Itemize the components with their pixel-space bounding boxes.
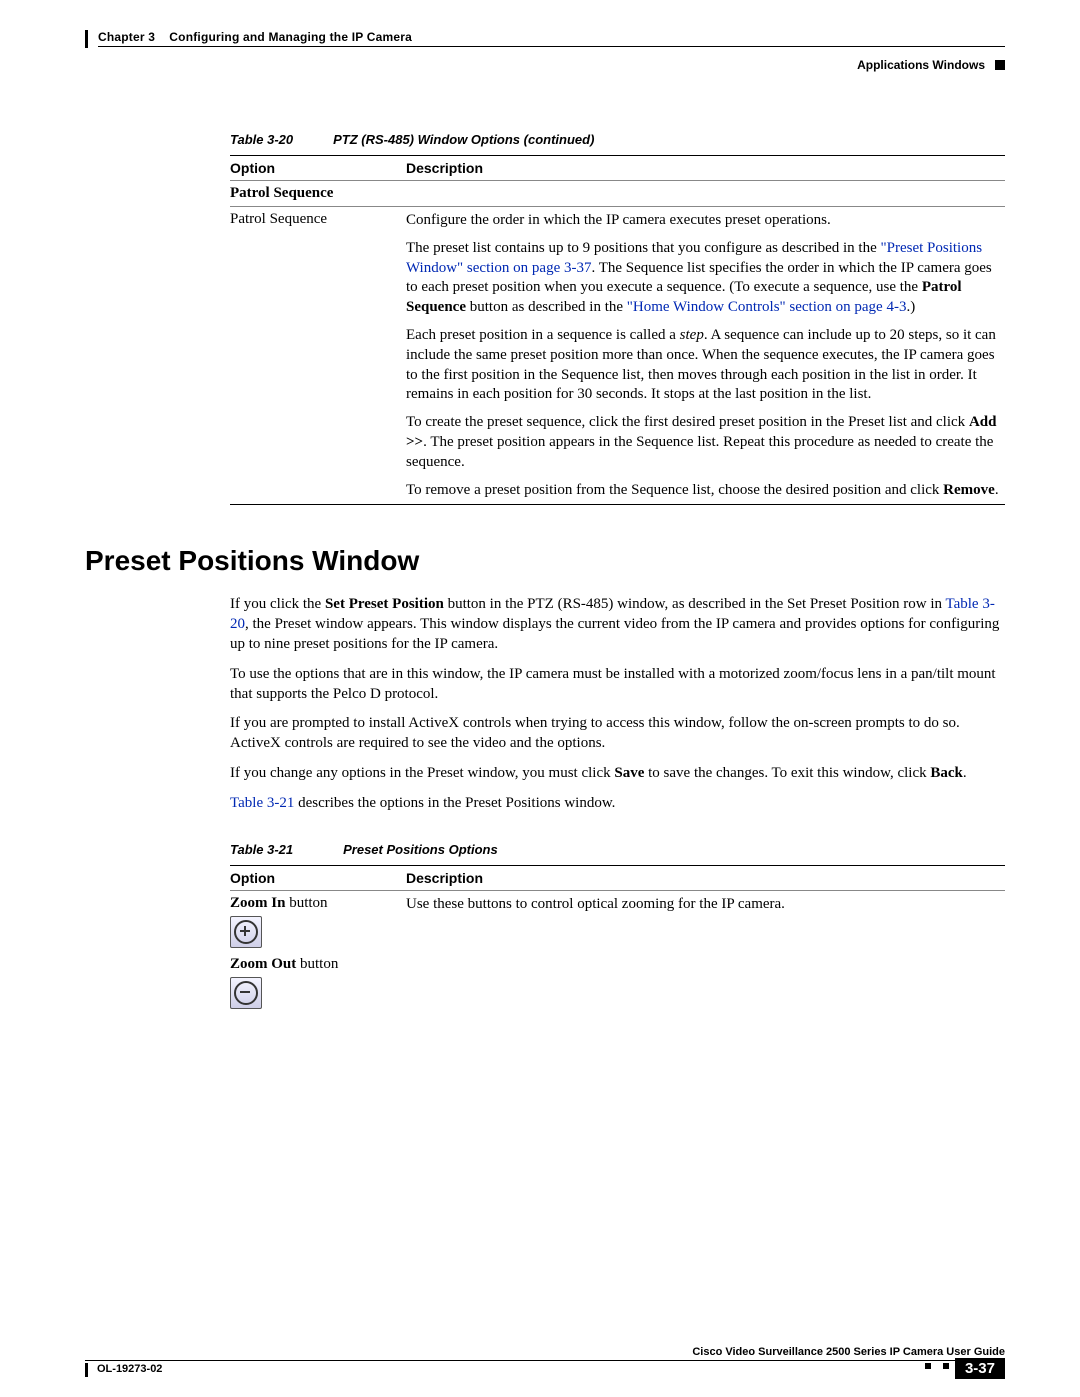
- desc-p4: To create the preset sequence, click the…: [406, 413, 999, 472]
- section-label: Applications Windows: [85, 58, 1005, 72]
- desc-p5: To remove a preset position from the Seq…: [406, 481, 999, 501]
- section-title: Preset Positions Window: [85, 545, 1005, 577]
- body-p5: Table 3-21 describes the options in the …: [230, 794, 1005, 814]
- section-body: If you click the Set Preset Position but…: [230, 595, 1005, 813]
- zoom-out-icon: [230, 977, 262, 1009]
- body-p2: To use the options that are in this wind…: [230, 665, 1005, 705]
- col-option: Option: [230, 865, 406, 890]
- table-20: Option Description Patrol Sequence Patro…: [230, 155, 1005, 505]
- subheader-patrol-sequence: Patrol Sequence: [230, 181, 1005, 207]
- chapter-title: Configuring and Managing the IP Camera: [169, 30, 412, 44]
- table-21: Option Description Zoom In button Use th…: [230, 865, 1005, 1013]
- body-p4: If you change any options in the Preset …: [230, 764, 1005, 784]
- zoom-out-row: Zoom Out button: [230, 952, 406, 1013]
- col-description: Description: [406, 156, 1005, 181]
- desc-p2: The preset list contains up to 9 positio…: [406, 239, 999, 318]
- caption-num: Table 3-21: [230, 842, 293, 857]
- col-description: Description: [406, 865, 1005, 890]
- row-description: Configure the order in which the IP came…: [406, 207, 1005, 505]
- col-option: Option: [230, 156, 406, 181]
- chapter-label: Chapter 3: [98, 30, 155, 44]
- body-p3: If you are prompted to install ActiveX c…: [230, 714, 1005, 754]
- caption-title: PTZ (RS-485) Window Options (continued): [333, 132, 594, 147]
- body-p1: If you click the Set Preset Position but…: [230, 595, 1005, 654]
- link-table-3-21[interactable]: Table 3-21: [230, 795, 294, 811]
- page-footer: Cisco Video Surveillance 2500 Series IP …: [85, 1346, 1005, 1379]
- desc-p3: Each preset position in a sequence is ca…: [406, 326, 999, 405]
- table-21-caption: Table 3-21 Preset Positions Options: [230, 842, 1005, 857]
- footer-doc-id: OL-19273-02: [85, 1361, 920, 1375]
- zoom-in-icon: [230, 916, 262, 948]
- desc-p1: Configure the order in which the IP came…: [406, 211, 999, 231]
- header-chapter: Chapter 3 Configuring and Managing the I…: [85, 30, 1005, 48]
- caption-title: Preset Positions Options: [343, 842, 498, 857]
- footer-guide-title: Cisco Video Surveillance 2500 Series IP …: [85, 1346, 1005, 1358]
- row-label: Patrol Sequence: [230, 207, 406, 505]
- page-number: 3-37: [955, 1358, 1005, 1379]
- zoom-in-row: Zoom In button: [230, 890, 406, 952]
- zoom-description: Use these buttons to control optical zoo…: [406, 890, 1005, 1013]
- link-home-window-controls[interactable]: "Home Window Controls" section on page 4…: [627, 299, 907, 315]
- caption-num: Table 3-20: [230, 132, 293, 147]
- table-20-caption: Table 3-20 PTZ (RS-485) Window Options (c…: [230, 132, 1005, 147]
